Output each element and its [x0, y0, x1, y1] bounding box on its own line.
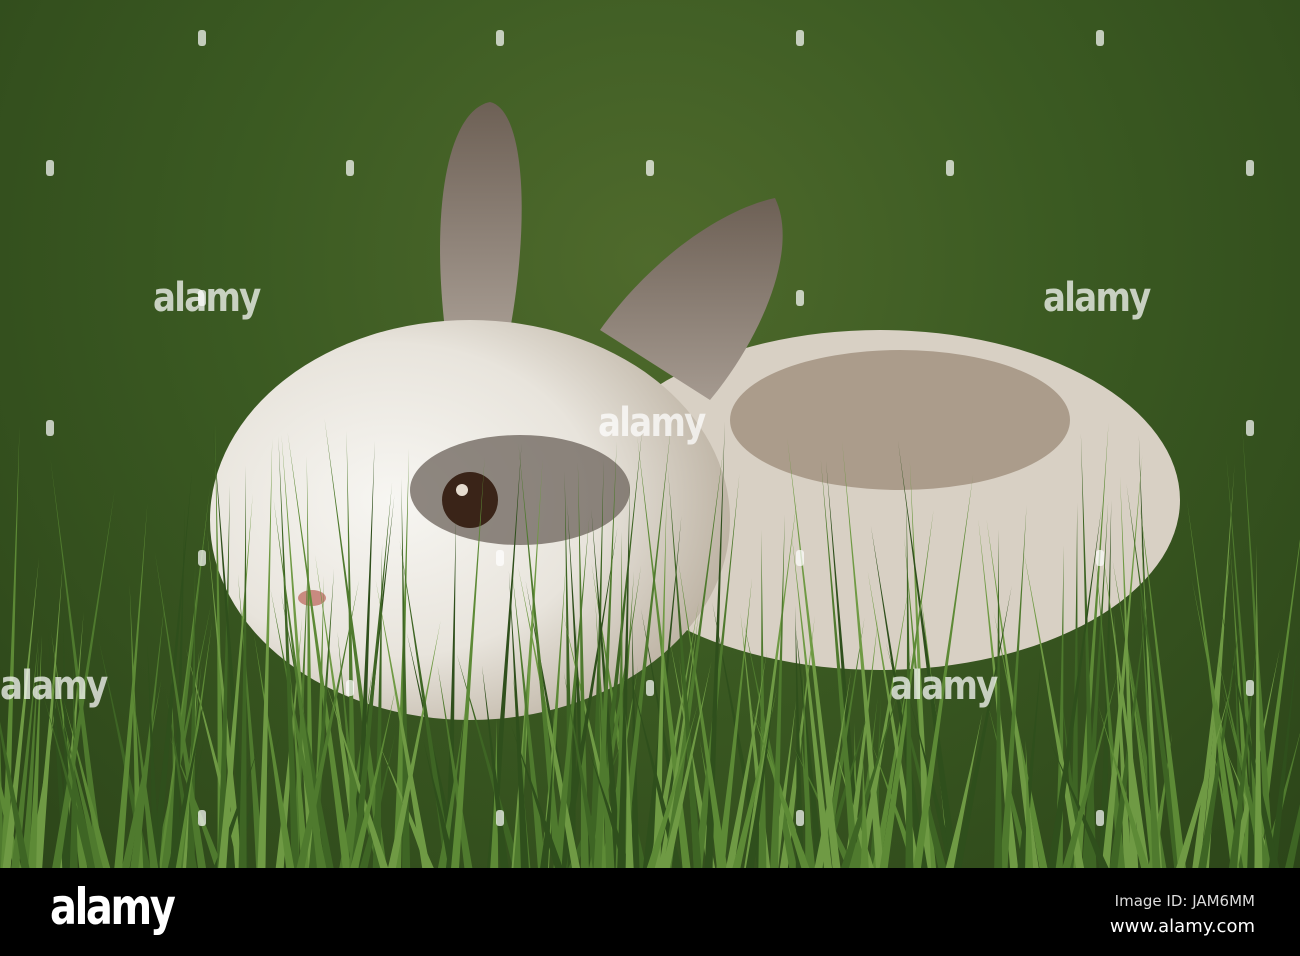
watermark-mark [496, 30, 504, 46]
watermark-mark [1246, 680, 1254, 696]
watermark-mark [796, 290, 804, 306]
watermark-mark [198, 290, 206, 306]
watermark-mark [346, 160, 354, 176]
watermark-mark [1246, 420, 1254, 436]
watermark-mark [1096, 30, 1104, 46]
watermark-mark [1246, 160, 1254, 176]
watermark: alamy [598, 400, 706, 446]
watermark-mark [198, 550, 206, 566]
watermark-mark [46, 160, 54, 176]
website-link: www.alamy.com [1109, 916, 1255, 937]
watermark-mark [946, 160, 954, 176]
alamy-logo: alamy [50, 878, 176, 936]
image-id: Image ID: JAM6MM [1114, 892, 1255, 910]
watermark: alamy [1043, 275, 1151, 321]
watermark-mark [1096, 810, 1104, 826]
watermark-mark [796, 550, 804, 566]
watermark-mark [346, 680, 354, 696]
rabbit-eye [442, 472, 498, 528]
watermark: alamy [153, 275, 261, 321]
watermark-mark [46, 420, 54, 436]
watermark-mark [646, 680, 654, 696]
watermark-mark [796, 30, 804, 46]
watermark-mark [496, 550, 504, 566]
watermark-mark [646, 160, 654, 176]
rabbit-in-grass-photo: alamy alamy alamy alamy alamy [0, 0, 1300, 868]
watermark-mark [496, 810, 504, 826]
watermark-mark [1096, 550, 1104, 566]
watermark-mark [198, 810, 206, 826]
footer-bar: alamy Image ID: JAM6MM www.alamy.com [0, 868, 1300, 956]
watermark-mark [796, 810, 804, 826]
watermark-mark [198, 30, 206, 46]
watermark: alamy [890, 663, 998, 709]
rabbit-ear-left [440, 102, 522, 330]
watermark: alamy [0, 663, 108, 709]
